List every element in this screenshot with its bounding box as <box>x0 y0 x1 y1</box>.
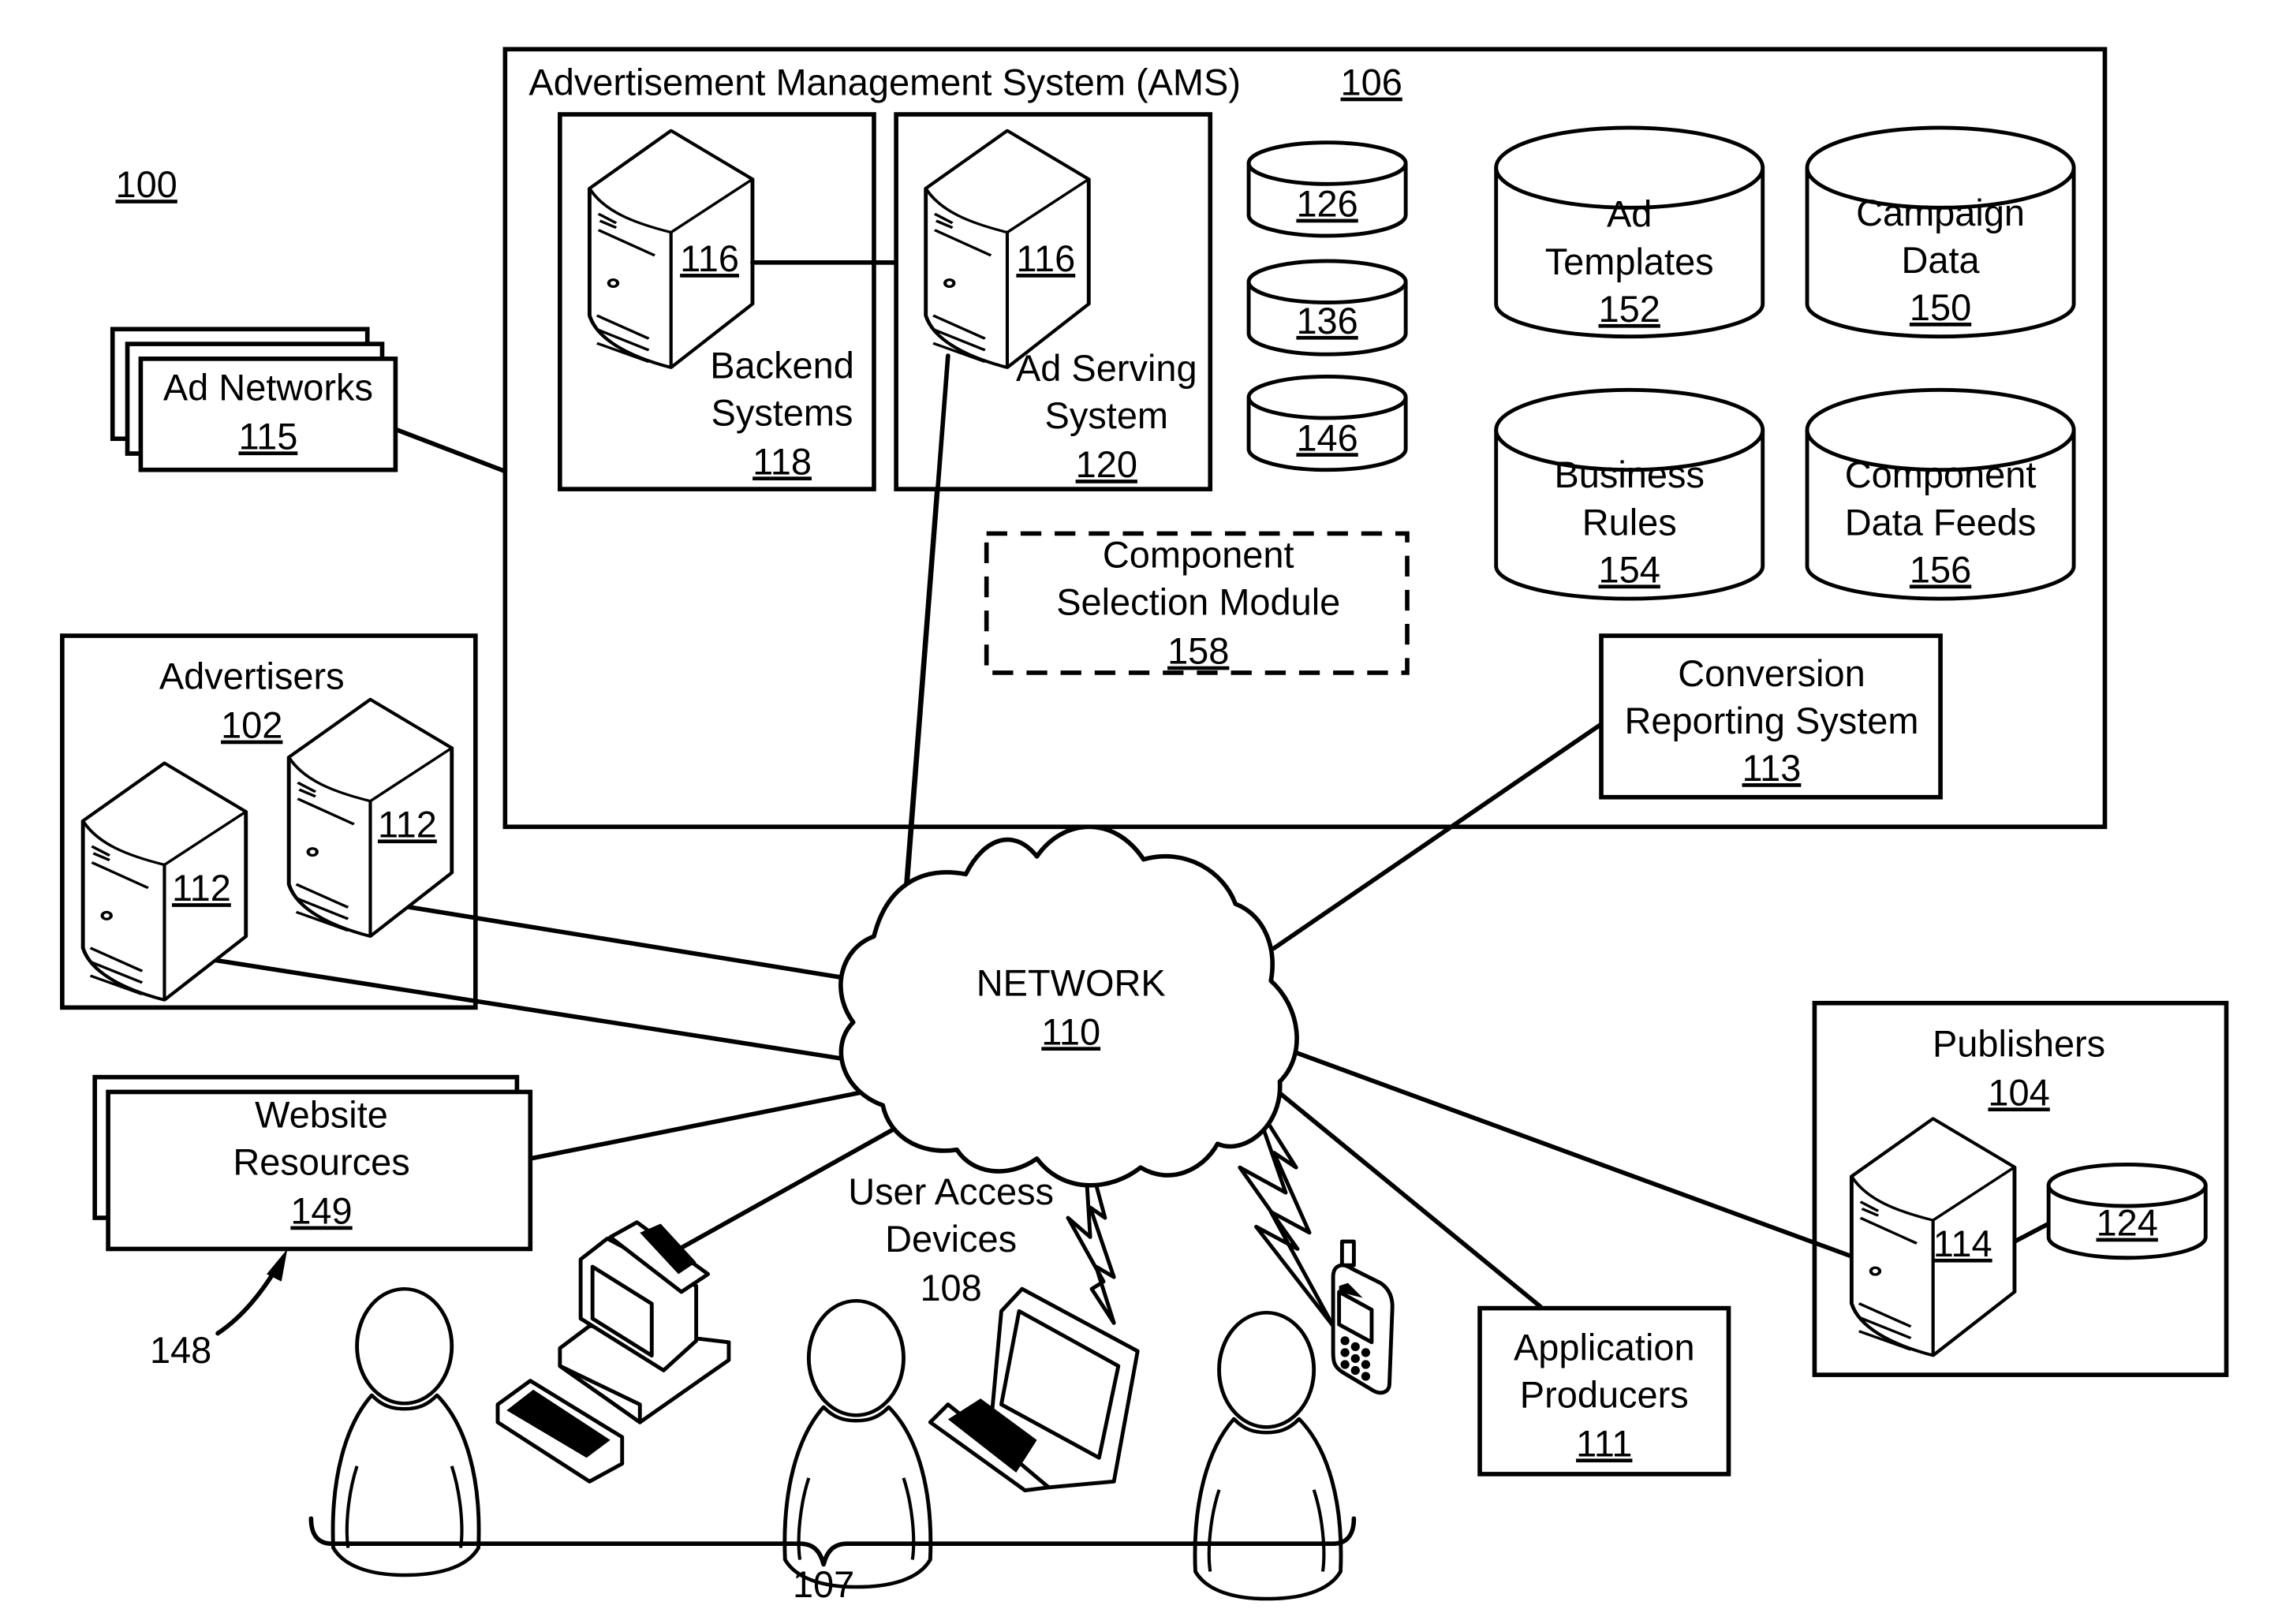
user-access-devices-label-line2: Devices <box>885 1219 1017 1260</box>
database-ref: 146 <box>1296 417 1358 458</box>
database-ref: 136 <box>1296 301 1358 342</box>
datastore-ad-templates[interactable]: Ad Templates 152 <box>1494 125 1765 339</box>
website-resources-pointer-ref: 148 <box>150 1330 211 1371</box>
database-126[interactable]: 126 <box>1246 140 1408 238</box>
application-producers-label-line1: Application <box>1514 1327 1695 1368</box>
datastore-label-line1: Business <box>1554 454 1704 495</box>
user-person-icon[interactable] <box>1195 1312 1341 1599</box>
user-access-devices-label-line1: User Access <box>848 1171 1054 1212</box>
backend-label-line1: Backend <box>710 345 854 386</box>
datastore-label-line1: Component <box>1845 454 2037 495</box>
mobile-phone-icon[interactable] <box>1331 1239 1395 1395</box>
network-ref: 110 <box>1041 1011 1100 1052</box>
datastore-ref: 156 <box>1910 549 1971 590</box>
datastore-label-line1: Ad <box>1607 194 1652 235</box>
advertiser-server-ref: 112 <box>172 868 231 909</box>
component-selection-label-line1: Component <box>1103 535 1294 576</box>
advertiser-server-network-link-1 <box>405 904 847 980</box>
website-resources-label-line2: Resources <box>233 1142 409 1183</box>
system-diagram: 100 Advertisement Management System (AMS… <box>60 47 2229 1605</box>
ams-title: Advertisement Management System (AMS) <box>528 62 1241 103</box>
database-146[interactable]: 146 <box>1246 374 1408 472</box>
users <box>333 1289 1341 1599</box>
website-resources[interactable]: Website Resources 149 <box>92 1074 533 1252</box>
component-selection-ref: 158 <box>1167 631 1229 672</box>
database-ref: 126 <box>1296 184 1358 225</box>
datastore-ref: 154 <box>1599 549 1660 590</box>
conversion-reporting-label-line2: Reporting System <box>1624 700 1918 741</box>
ad-serving-label-line1: Ad Serving <box>1016 348 1197 389</box>
user-person-icon[interactable] <box>333 1289 479 1575</box>
publishers-ref: 104 <box>1988 1072 2049 1113</box>
advertiser-server-network-link-2 <box>212 958 859 1063</box>
component-selection-label-line2: Selection Module <box>1056 582 1340 623</box>
ad-networks-ref: 115 <box>238 416 297 457</box>
ad-networks-ams-link <box>394 427 508 474</box>
datastore-label-line2: Templates <box>1545 241 1714 282</box>
website-resources-ref: 149 <box>290 1191 352 1232</box>
ad-serving-ref: 120 <box>1076 444 1137 485</box>
application-producers-label-line2: Producers <box>1520 1374 1689 1415</box>
backend-server-ref: 116 <box>680 238 739 279</box>
datastore-label-line2: Data Feeds <box>1845 502 2037 543</box>
datastore-ref: 150 <box>1910 287 1971 328</box>
website-resources-pointer: 148 <box>150 1249 288 1371</box>
small-databases: 126 136 146 <box>1246 140 1408 472</box>
ad-serving-server-ref: 116 <box>1016 238 1075 279</box>
conversion-reporting-label-line1: Conversion <box>1678 653 1865 694</box>
ad-networks[interactable]: Ad Networks 115 <box>110 327 398 472</box>
datastore-business-rules[interactable]: Business Rules 154 <box>1494 387 1765 601</box>
data-stores: Ad Templates 152 Campaign Data 150 Busin… <box>1494 125 2076 601</box>
advertiser-server-ref: 112 <box>378 804 437 845</box>
conversion-reporting-ref: 113 <box>1742 748 1802 789</box>
datastore-label-line2: Rules <box>1582 502 1677 543</box>
publishers-label: Publishers <box>1933 1023 2105 1064</box>
publisher-server-ref: 114 <box>1933 1223 1992 1264</box>
advertisers-ref: 102 <box>221 705 282 746</box>
network-label: NETWORK <box>977 962 1166 1003</box>
publisher-database[interactable]: 124 <box>2046 1163 2208 1260</box>
datastore-label-line1: Campaign <box>1856 192 2025 233</box>
application-producers-ref: 111 <box>1576 1423 1632 1464</box>
network-cloud[interactable]: NETWORK 110 <box>838 824 1299 1188</box>
backend-label-line2: Systems <box>711 392 853 433</box>
publishers[interactable]: Publishers 104 114 124 <box>1812 1000 2229 1377</box>
datastore-ref: 152 <box>1599 289 1660 330</box>
publishers-network-link <box>1272 1042 1854 1259</box>
datastore-label-line2: Data <box>1901 240 1980 281</box>
ad-networks-label: Ad Networks <box>163 367 373 408</box>
datastore-component-data-feeds[interactable]: Component Data Feeds 156 <box>1805 387 2076 601</box>
publisher-server-db-link <box>2012 1221 2051 1244</box>
ad-serving-label-line2: System <box>1045 395 1169 436</box>
database-136[interactable]: 136 <box>1246 259 1408 357</box>
figure-ref: 100 <box>115 164 177 205</box>
laptop-icon[interactable] <box>928 1286 1140 1493</box>
backend-systems[interactable]: 116 Backend Systems 118 <box>558 112 876 491</box>
application-producers[interactable]: Application Producers 111 <box>1477 1305 1731 1477</box>
backend-ref: 118 <box>753 441 812 482</box>
datastore-campaign-data[interactable]: Campaign Data 150 <box>1805 125 2076 339</box>
conversion-reporting-system[interactable]: Conversion Reporting System 113 <box>1599 633 1943 800</box>
users-group-ref: 107 <box>793 1564 854 1605</box>
publisher-database-ref: 124 <box>2097 1203 2158 1244</box>
desktop-computer-icon[interactable] <box>495 1220 731 1484</box>
ams-ref: 106 <box>1341 62 1402 103</box>
conversion-network-link <box>1272 721 1605 951</box>
advertisers-label: Advertisers <box>159 656 345 697</box>
component-selection-module[interactable]: Component Selection Module 158 <box>984 531 1410 675</box>
user-access-devices-ref: 108 <box>920 1267 981 1309</box>
website-resources-label-line1: Website <box>255 1094 388 1135</box>
advertisers[interactable]: Advertisers 102 112 112 <box>60 633 478 1010</box>
